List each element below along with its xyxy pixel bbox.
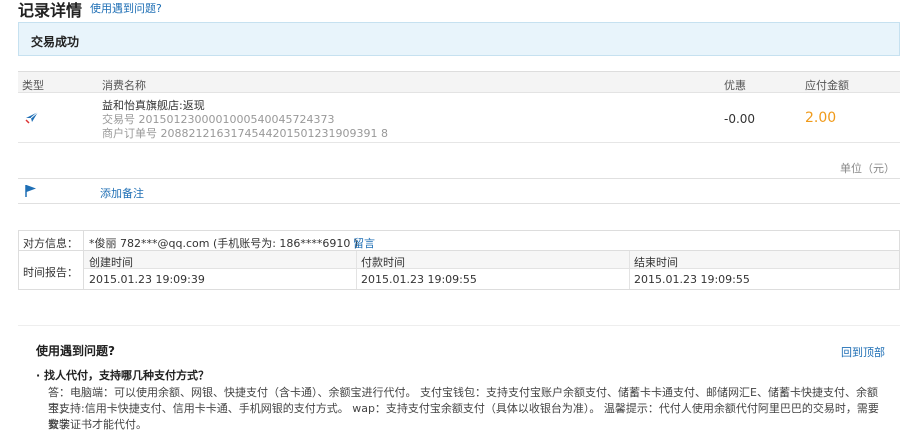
- table-row: 益和怡真旗舰店:返现 交易号 2015012300001000540045724…: [18, 93, 900, 143]
- unit-label: 单位（元）: [840, 162, 895, 175]
- page-title: 记录详情: [18, 1, 83, 20]
- flag-icon: [24, 184, 38, 198]
- info-table: 对方信息： *俊丽 782***@qq.com (手机账号为: 186****6…: [18, 230, 900, 290]
- faq-question: · 找人代付，支持哪几种支付方式？: [36, 369, 210, 382]
- counterparty-value: *俊丽 782***@qq.com (手机账号为: 186****6910 ): [89, 237, 359, 250]
- end-time-value: 2015.01.23 19:09:55: [634, 273, 750, 286]
- end-time-label: 结束时间: [634, 256, 678, 269]
- faq-answer-line-3: 数字证书才能代付。: [48, 418, 147, 431]
- status-bar: 交易成功: [18, 22, 900, 56]
- amount-value: 2.00: [805, 110, 837, 126]
- discount-value: -0.00: [724, 112, 756, 126]
- header-amount: 应付金额: [805, 79, 849, 92]
- order-number: 商户订单号 2088212163174544201501231909391 8: [102, 127, 388, 140]
- header-name: 消费名称: [102, 79, 146, 92]
- message-link[interactable]: 留言: [353, 235, 375, 251]
- header-type: 类型: [22, 79, 44, 92]
- remark-row: 添加备注: [18, 178, 900, 204]
- status-text: 交易成功: [31, 35, 80, 49]
- faq-separator: [18, 325, 900, 326]
- table-header: 类型 消费名称 优惠 应付金额: [18, 71, 900, 93]
- paper-plane-icon: [24, 109, 40, 125]
- time-label: 时间报告：: [23, 266, 78, 279]
- created-time-value: 2015.01.23 19:09:39: [89, 273, 205, 286]
- help-link[interactable]: 使用遇到问题?: [90, 0, 162, 16]
- created-time-label: 创建时间: [89, 256, 133, 269]
- back-to-top-link[interactable]: 回到顶部: [841, 344, 885, 360]
- header-discount: 优惠: [724, 79, 746, 92]
- paid-time-label: 付款时间: [361, 256, 405, 269]
- add-remark-link[interactable]: 添加备注: [100, 185, 144, 201]
- paid-time-value: 2015.01.23 19:09:55: [361, 273, 477, 286]
- faq-title: 使用遇到问题?: [36, 344, 115, 358]
- counterparty-label: 对方信息：: [23, 237, 78, 250]
